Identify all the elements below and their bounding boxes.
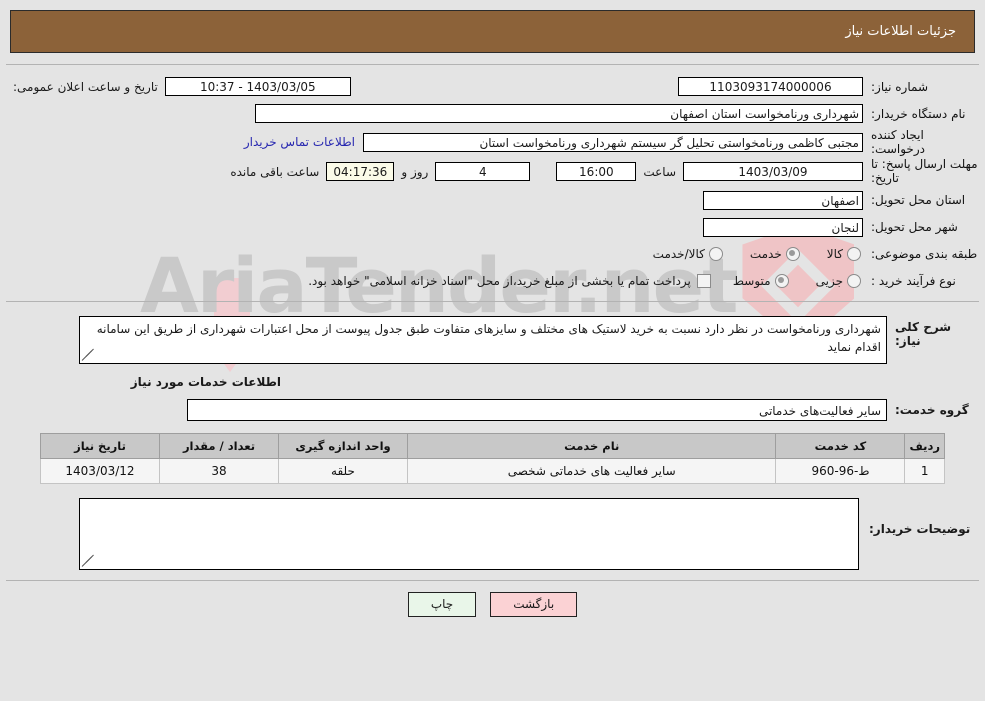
public-announce-date-field[interactable]: 1403/03/05 - 10:37 <box>164 77 351 96</box>
delivery-city-row: شهر محل تحویل: لنجان <box>6 214 979 241</box>
delivery-province-row: استان محل تحویل: اصفهان <box>6 187 979 214</box>
table-row[interactable]: 1 ط-96-960 سایر فعالیت های خدماتی شخصی ح… <box>40 457 945 484</box>
remaining-time-label: ساعت باقی مانده <box>230 164 320 179</box>
services-table-wrapper: ردیف کد خدمت نام خدمت واحد اندازه گیری ت… <box>40 432 945 484</box>
purchase-process-label: نوع فرآیند خرید : <box>871 274 956 289</box>
resize-grip-icon[interactable] <box>81 348 94 362</box>
buyer-contact-link[interactable]: اطلاعات تماس خریدار <box>236 135 363 149</box>
buyer-notes-textarea[interactable] <box>79 497 859 570</box>
subject-category-row: طبقه بندی موضوعی: کالا خدمت کالا/خدمت <box>6 241 979 268</box>
deadline-time-field[interactable]: 16:00 <box>556 162 637 182</box>
process-option-motevaset-label: متوسط <box>732 274 771 289</box>
category-option-kala-label: کالا <box>826 247 843 262</box>
service-group-row: گروه خدمت: سایر فعالیت‌های خدماتی <box>6 398 979 421</box>
radio-icon-kala-khedmat[interactable] <box>708 247 723 262</box>
column-header-service-code: کد خدمت <box>775 432 906 459</box>
process-option-jozi[interactable]: جزیی <box>815 274 861 289</box>
footer-button-bar: بازگشت چاپ <box>0 591 985 617</box>
public-announce-date-label: تاریخ و ساعت اعلان عمومی: <box>13 79 158 94</box>
treasury-docs-checkbox[interactable] <box>696 274 711 289</box>
general-description-text: شهرداری ورنامخواست در نظر دارد نسبت به خ… <box>96 321 881 355</box>
footer-divider <box>6 579 979 581</box>
deadline-date-field[interactable]: 1403/03/09 <box>683 162 863 182</box>
services-table: ردیف کد خدمت نام خدمت واحد اندازه گیری ت… <box>40 432 945 484</box>
request-creator-field[interactable]: مجتبی کاظمی ورنامخواستی تحلیل گر سیستم ش… <box>363 132 863 152</box>
remaining-days-label: روز و <box>401 164 429 179</box>
need-number-field[interactable]: 1103093174000006 <box>678 77 863 96</box>
page-title: جزئیات اطلاعات نیاز <box>845 24 956 39</box>
radio-icon-motevaset[interactable] <box>774 274 789 289</box>
cell-radif: 1 <box>904 457 945 484</box>
need-info-panel: شماره نیاز: 1103093174000006 1403/03/05 … <box>6 64 979 302</box>
services-section-title: اطلاعات خدمات مورد نیاز <box>130 374 281 389</box>
column-header-service-name: نام خدمت <box>406 432 777 459</box>
cell-quantity: 38 <box>159 457 279 484</box>
delivery-city-label: شهر محل تحویل: <box>871 220 958 235</box>
subject-category-radio-group: کالا خدمت کالا/خدمت <box>631 247 863 262</box>
radio-icon-jozi[interactable] <box>847 274 861 289</box>
purchase-process-radio-group: جزیی متوسط <box>711 274 863 289</box>
column-header-quantity: تعداد / مقدار <box>159 432 279 459</box>
category-option-khedmat[interactable]: خدمت <box>749 247 800 262</box>
buyer-org-row: نام دستگاه خریدار: شهرداری ورنامخواست اس… <box>6 100 979 127</box>
request-creator-row: ایجاد کننده درخواست: مجتبی کاظمی ورنامخو… <box>6 127 979 157</box>
service-group-field[interactable]: سایر فعالیت‌های خدماتی <box>187 398 887 421</box>
category-option-khedmat-label: خدمت <box>749 247 782 262</box>
page-header: جزئیات اطلاعات نیاز <box>10 10 975 53</box>
buyer-org-label: نام دستگاه خریدار: <box>871 106 966 121</box>
general-description-label: شرح کلی نیاز: <box>895 319 952 348</box>
general-description-textarea[interactable]: شهرداری ورنامخواست در نظر دارد نسبت به خ… <box>79 315 887 364</box>
cell-need-date: 1403/03/12 <box>40 457 160 484</box>
response-deadline-row: مهلت ارسال پاسخ: تا تاریخ: 1403/03/09 سا… <box>6 157 979 187</box>
buyer-notes-row: توضیحات خریدار: <box>6 497 979 570</box>
process-option-motevaset[interactable]: متوسط <box>732 274 789 289</box>
deadline-hour-label: ساعت <box>643 164 676 179</box>
delivery-province-field[interactable]: اصفهان <box>703 190 863 210</box>
service-group-label: گروه خدمت: <box>895 402 969 417</box>
category-option-kala-khedmat[interactable]: کالا/خدمت <box>652 247 723 262</box>
remaining-days-field[interactable]: 4 <box>435 162 531 182</box>
subject-category-label: طبقه بندی موضوعی: <box>871 247 978 262</box>
delivery-province-label: استان محل تحویل: <box>871 193 966 208</box>
back-button[interactable]: بازگشت <box>490 591 578 617</box>
general-description-row: شرح کلی نیاز: شهرداری ورنامخواست در نظر … <box>6 310 979 364</box>
request-creator-label: ایجاد کننده درخواست: <box>871 128 925 156</box>
purchase-process-row: نوع فرآیند خرید : جزیی متوسط پرداخت تمام… <box>6 268 979 295</box>
need-number-label: شماره نیاز: <box>871 79 928 94</box>
need-number-row: شماره نیاز: 1103093174000006 1403/03/05 … <box>6 73 979 100</box>
category-option-kala[interactable]: کالا <box>826 247 861 262</box>
radio-icon-kala[interactable] <box>847 247 861 262</box>
column-header-radif: ردیف <box>904 432 945 459</box>
remaining-time-field[interactable]: 04:17:36 <box>326 162 395 182</box>
category-option-kala-khedmat-label: کالا/خدمت <box>652 247 705 262</box>
cell-service-code: ط-96-960 <box>775 457 906 484</box>
cell-service-name: سایر فعالیت های خدماتی شخصی <box>406 457 777 484</box>
print-button[interactable]: چاپ <box>407 591 477 617</box>
column-header-need-date: تاریخ نیاز <box>40 432 160 459</box>
process-option-jozi-label: جزیی <box>815 274 843 289</box>
buyer-notes-label: توضیحات خریدار: <box>869 521 971 536</box>
cell-unit: حلقه <box>278 457 408 484</box>
table-header-row: ردیف کد خدمت نام خدمت واحد اندازه گیری ت… <box>40 432 945 459</box>
treasury-docs-note: پرداخت تمام یا بخشی از مبلغ خرید،از محل … <box>308 274 691 289</box>
response-deadline-label: مهلت ارسال پاسخ: تا تاریخ: <box>871 157 978 185</box>
delivery-city-field[interactable]: لنجان <box>703 217 863 237</box>
radio-icon-khedmat[interactable] <box>785 247 800 262</box>
column-header-unit: واحد اندازه گیری <box>278 432 408 459</box>
resize-grip-icon[interactable] <box>81 554 94 568</box>
buyer-org-field[interactable]: شهرداری ورنامخواست استان اصفهان <box>255 104 863 123</box>
